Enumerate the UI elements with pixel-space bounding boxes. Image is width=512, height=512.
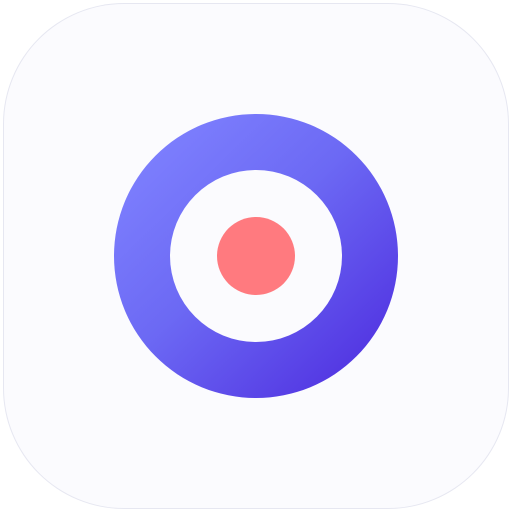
app-icon-canvas bbox=[0, 0, 512, 512]
target-icon bbox=[114, 114, 398, 398]
center-dot bbox=[217, 217, 295, 295]
